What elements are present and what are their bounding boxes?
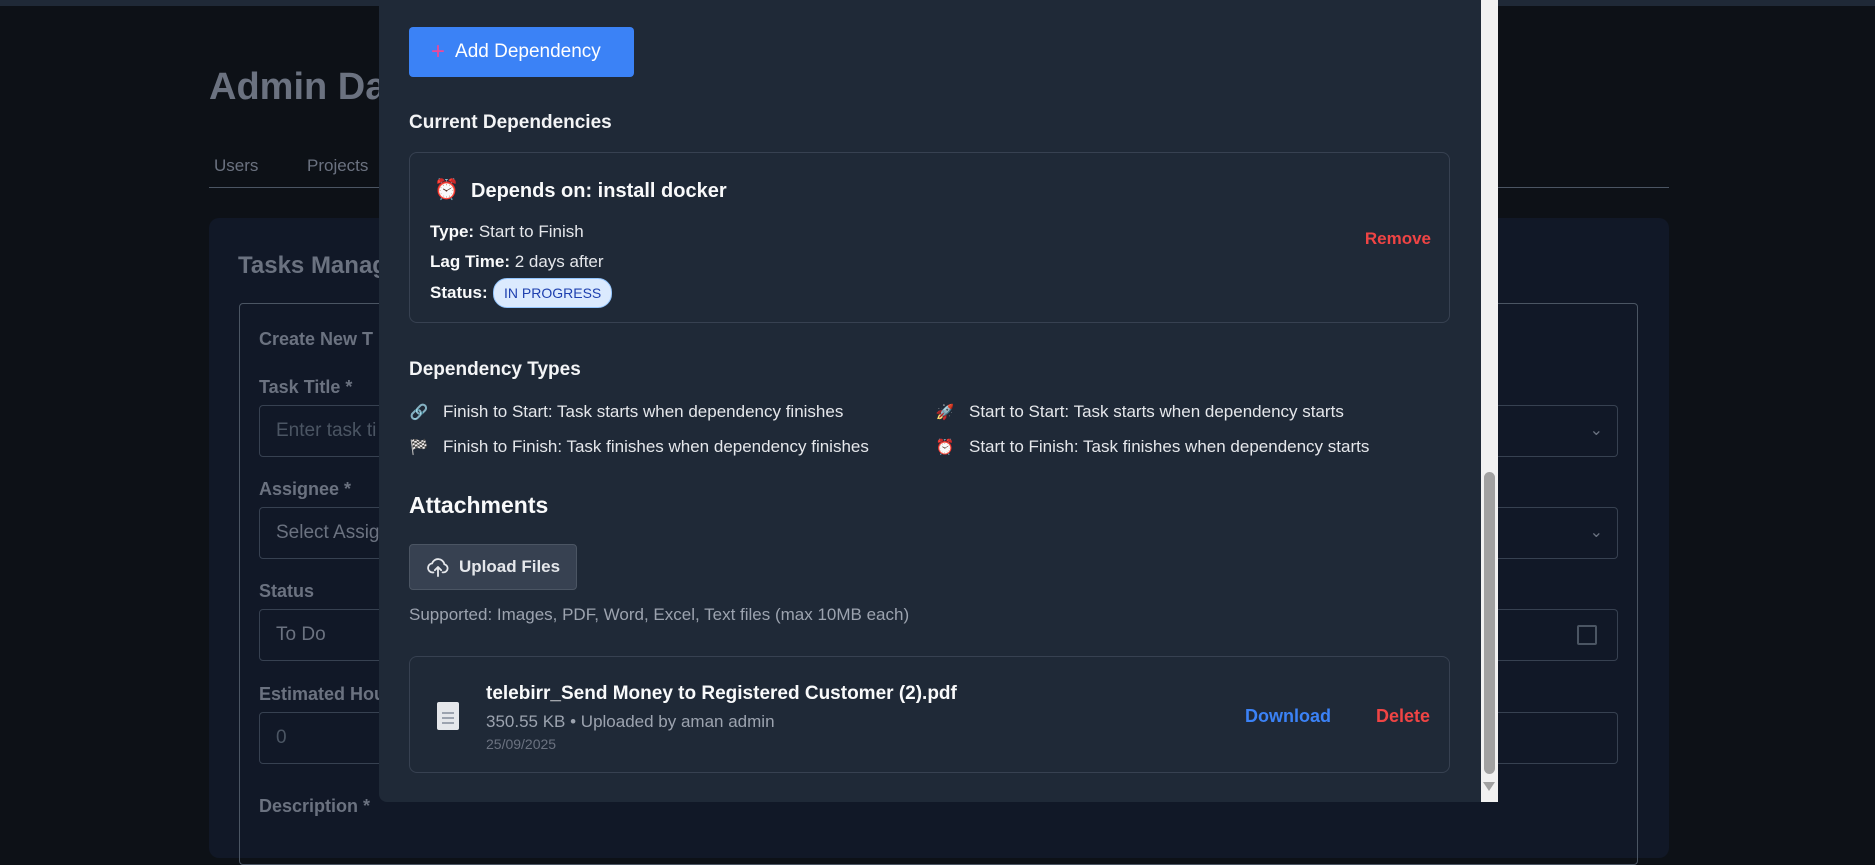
dependency-types-heading: Dependency Types xyxy=(409,359,581,380)
current-dependencies-heading: Current Dependencies xyxy=(409,112,612,133)
page-title: Admin Da xyxy=(209,66,387,108)
status-badge: IN PROGRESS xyxy=(493,278,613,308)
calendar-icon xyxy=(1577,625,1597,645)
dependency-status-label: Status: xyxy=(430,283,488,302)
scrollbar-thumb[interactable] xyxy=(1484,472,1495,774)
dependency-type: Type: Start to Finish xyxy=(430,222,584,241)
status-label: Status xyxy=(259,581,315,601)
task-title-label: Task Title * xyxy=(259,377,353,397)
right-input-4[interactable] xyxy=(1480,712,1618,764)
description-label: Description * xyxy=(259,796,371,816)
attachments-heading: Attachments xyxy=(409,492,549,518)
right-select-2[interactable]: ⌄ xyxy=(1480,507,1618,559)
document-icon xyxy=(437,702,459,730)
delete-button[interactable]: Delete xyxy=(1376,706,1430,727)
form-title: Create New T xyxy=(259,329,374,349)
supported-file-types: Supported: Images, PDF, Word, Excel, Tex… xyxy=(409,605,910,624)
upload-files-button[interactable]: Upload Files xyxy=(409,544,577,590)
dependency-title: Depends on: install docker xyxy=(471,180,727,202)
chevron-down-icon: ⌄ xyxy=(1589,524,1603,541)
dependency-type-ff: 🏁 Finish to Finish: Task finishes when d… xyxy=(409,437,869,456)
dependency-card: ⏰ Depends on: install docker Type: Start… xyxy=(409,152,1450,323)
dependency-lag: Lag Time: 2 days after xyxy=(430,252,604,271)
download-button[interactable]: Download xyxy=(1245,706,1331,727)
chevron-down-icon: ⌄ xyxy=(1589,422,1603,439)
tab-projects[interactable]: Projects xyxy=(307,156,368,176)
assignee-label: Assignee * xyxy=(259,479,352,499)
tasks-card-title: Tasks Manag xyxy=(238,252,387,279)
attachment-item: telebirr_Send Money to Registered Custom… xyxy=(409,656,1450,773)
cloud-upload-icon xyxy=(427,558,449,577)
dependency-type-ss: 🚀 Start to Start: Task starts when depen… xyxy=(935,402,1344,421)
upload-files-label: Upload Files xyxy=(459,557,561,576)
right-select-1[interactable]: ⌄ xyxy=(1480,405,1618,457)
link-icon: 🔗 xyxy=(409,404,429,421)
dependency-type-sf: ⏰ Start to Finish: Task finishes when de… xyxy=(935,437,1370,456)
add-dependency-button[interactable]: + Add Dependency xyxy=(409,27,634,77)
alarm-clock-icon: ⏰ xyxy=(935,439,955,456)
alarm-clock-icon: ⏰ xyxy=(434,179,459,201)
file-name: telebirr_Send Money to Registered Custom… xyxy=(486,683,957,704)
file-date: 25/09/2025 xyxy=(486,736,557,752)
file-meta: 350.55 KB • Uploaded by aman admin xyxy=(486,712,775,731)
plus-icon: + xyxy=(431,38,446,65)
dependency-type-fs: 🔗 Finish to Start: Task starts when depe… xyxy=(409,402,844,421)
tab-users[interactable]: Users xyxy=(214,156,258,176)
add-dependency-label: Add Dependency xyxy=(455,41,601,62)
date-input[interactable] xyxy=(1480,609,1618,661)
hours-label: Estimated Hour xyxy=(259,684,393,704)
scroll-down-arrow[interactable] xyxy=(1483,782,1495,791)
remove-dependency-button[interactable]: Remove xyxy=(1365,229,1431,249)
checkered-flag-icon: 🏁 xyxy=(409,439,429,456)
rocket-icon: 🚀 xyxy=(935,404,955,421)
